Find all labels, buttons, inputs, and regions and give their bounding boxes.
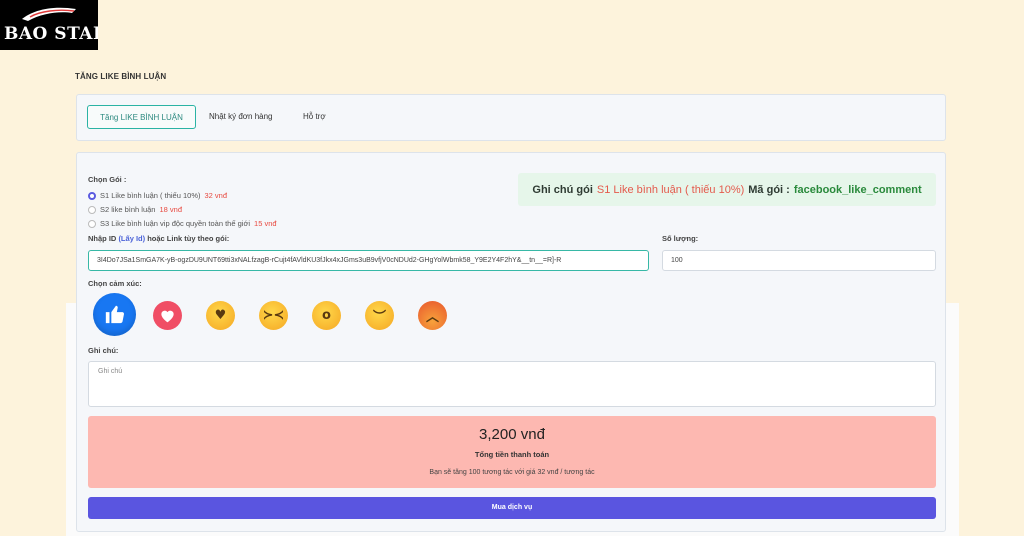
package-label: Chọn Gói : (88, 175, 127, 184)
total-amount: 3,200 vnđ (479, 426, 545, 443)
id-label-suffix: hoặc Link tùy theo gói: (147, 234, 230, 243)
tab-tang-like[interactable]: Tăng LIKE BÌNH LUẬN (87, 105, 196, 129)
care-icon[interactable]: ♥ (206, 301, 235, 330)
note-package-name: S1 Like bình luận ( thiếu 10%) (596, 183, 745, 196)
emotion-label: Chọn cảm xúc: (88, 279, 142, 288)
package-price: 32 vnđ (204, 191, 228, 200)
tab-support[interactable]: Hỗ trợ (303, 105, 326, 129)
logo-text: BAO STAR (4, 24, 98, 44)
payment-summary: 3,200 vnđ Tổng tiền thanh toán Bạn sẽ tă… (88, 416, 936, 488)
total-description: Bạn sẽ tăng 100 tương tác với giá 32 vnđ… (429, 469, 595, 476)
wow-icon[interactable]: o (312, 301, 341, 330)
package-option-s2[interactable]: S2 like bình luận 18 vnđ (88, 205, 182, 214)
id-input[interactable]: 3I4Do7JSa1SmGA7K-yB-ogzDU9UNT69tti3xNALf… (88, 250, 649, 271)
id-label: Nhập ID (Lấy Id) hoặc Link tùy theo gói: (88, 234, 229, 243)
quantity-input[interactable]: 100 (662, 250, 936, 271)
tab-bar: Tăng LIKE BÌNH LUẬN Nhật ký đơn hàng Hỗ … (76, 94, 946, 141)
package-price: 15 vnđ (254, 219, 277, 228)
quantity-label: Số lượng: (662, 234, 699, 243)
car-icon (22, 7, 76, 21)
package-name: S2 like bình luận (100, 205, 156, 214)
radio-button[interactable] (88, 191, 96, 200)
note-prefix: Ghi chú gói (532, 183, 593, 196)
angry-icon[interactable]: ︿ (418, 301, 447, 330)
note-code: facebook_like_comment (793, 183, 922, 196)
package-name: S3 Like bình luận vip độc quyền toàn thế… (100, 219, 251, 228)
like-icon[interactable] (93, 293, 136, 336)
order-form: Chọn Gói : S1 Like bình luận ( thiếu 10%… (76, 152, 946, 532)
buy-service-button[interactable]: Mua dịch vụ (88, 497, 936, 519)
radio-button[interactable] (88, 219, 96, 228)
package-name: S1 Like bình luận ( thiếu 10%) (100, 191, 201, 200)
package-option-s3[interactable]: S3 Like bình luận vip độc quyền toàn thế… (88, 219, 277, 228)
package-price: 18 vnđ (159, 205, 182, 214)
love-icon[interactable] (153, 301, 182, 330)
tab-order-history[interactable]: Nhật ký đơn hàng (209, 105, 273, 129)
package-option-s1[interactable]: S1 Like bình luận ( thiếu 10%) 32 vnđ (88, 191, 227, 200)
id-label-prefix: Nhập ID (88, 234, 117, 243)
notes-textarea[interactable]: Ghi chú (88, 361, 936, 407)
package-note: Ghi chú gói S1 Like bình luận ( thiếu 10… (518, 173, 936, 206)
note-code-label: Mã gói : (748, 183, 790, 196)
notes-label: Ghi chú: (88, 346, 119, 355)
get-id-link[interactable]: (Lấy Id) (118, 234, 145, 243)
haha-icon[interactable]: ≻≺ (259, 301, 288, 330)
page-title: TĂNG LIKE BÌNH LUẬN (75, 72, 167, 81)
logo: BAO STAR (0, 0, 98, 50)
radio-button[interactable] (88, 205, 96, 214)
sad-icon[interactable]: ︶ (365, 301, 394, 330)
total-label: Tổng tiền thanh toán (474, 450, 550, 459)
